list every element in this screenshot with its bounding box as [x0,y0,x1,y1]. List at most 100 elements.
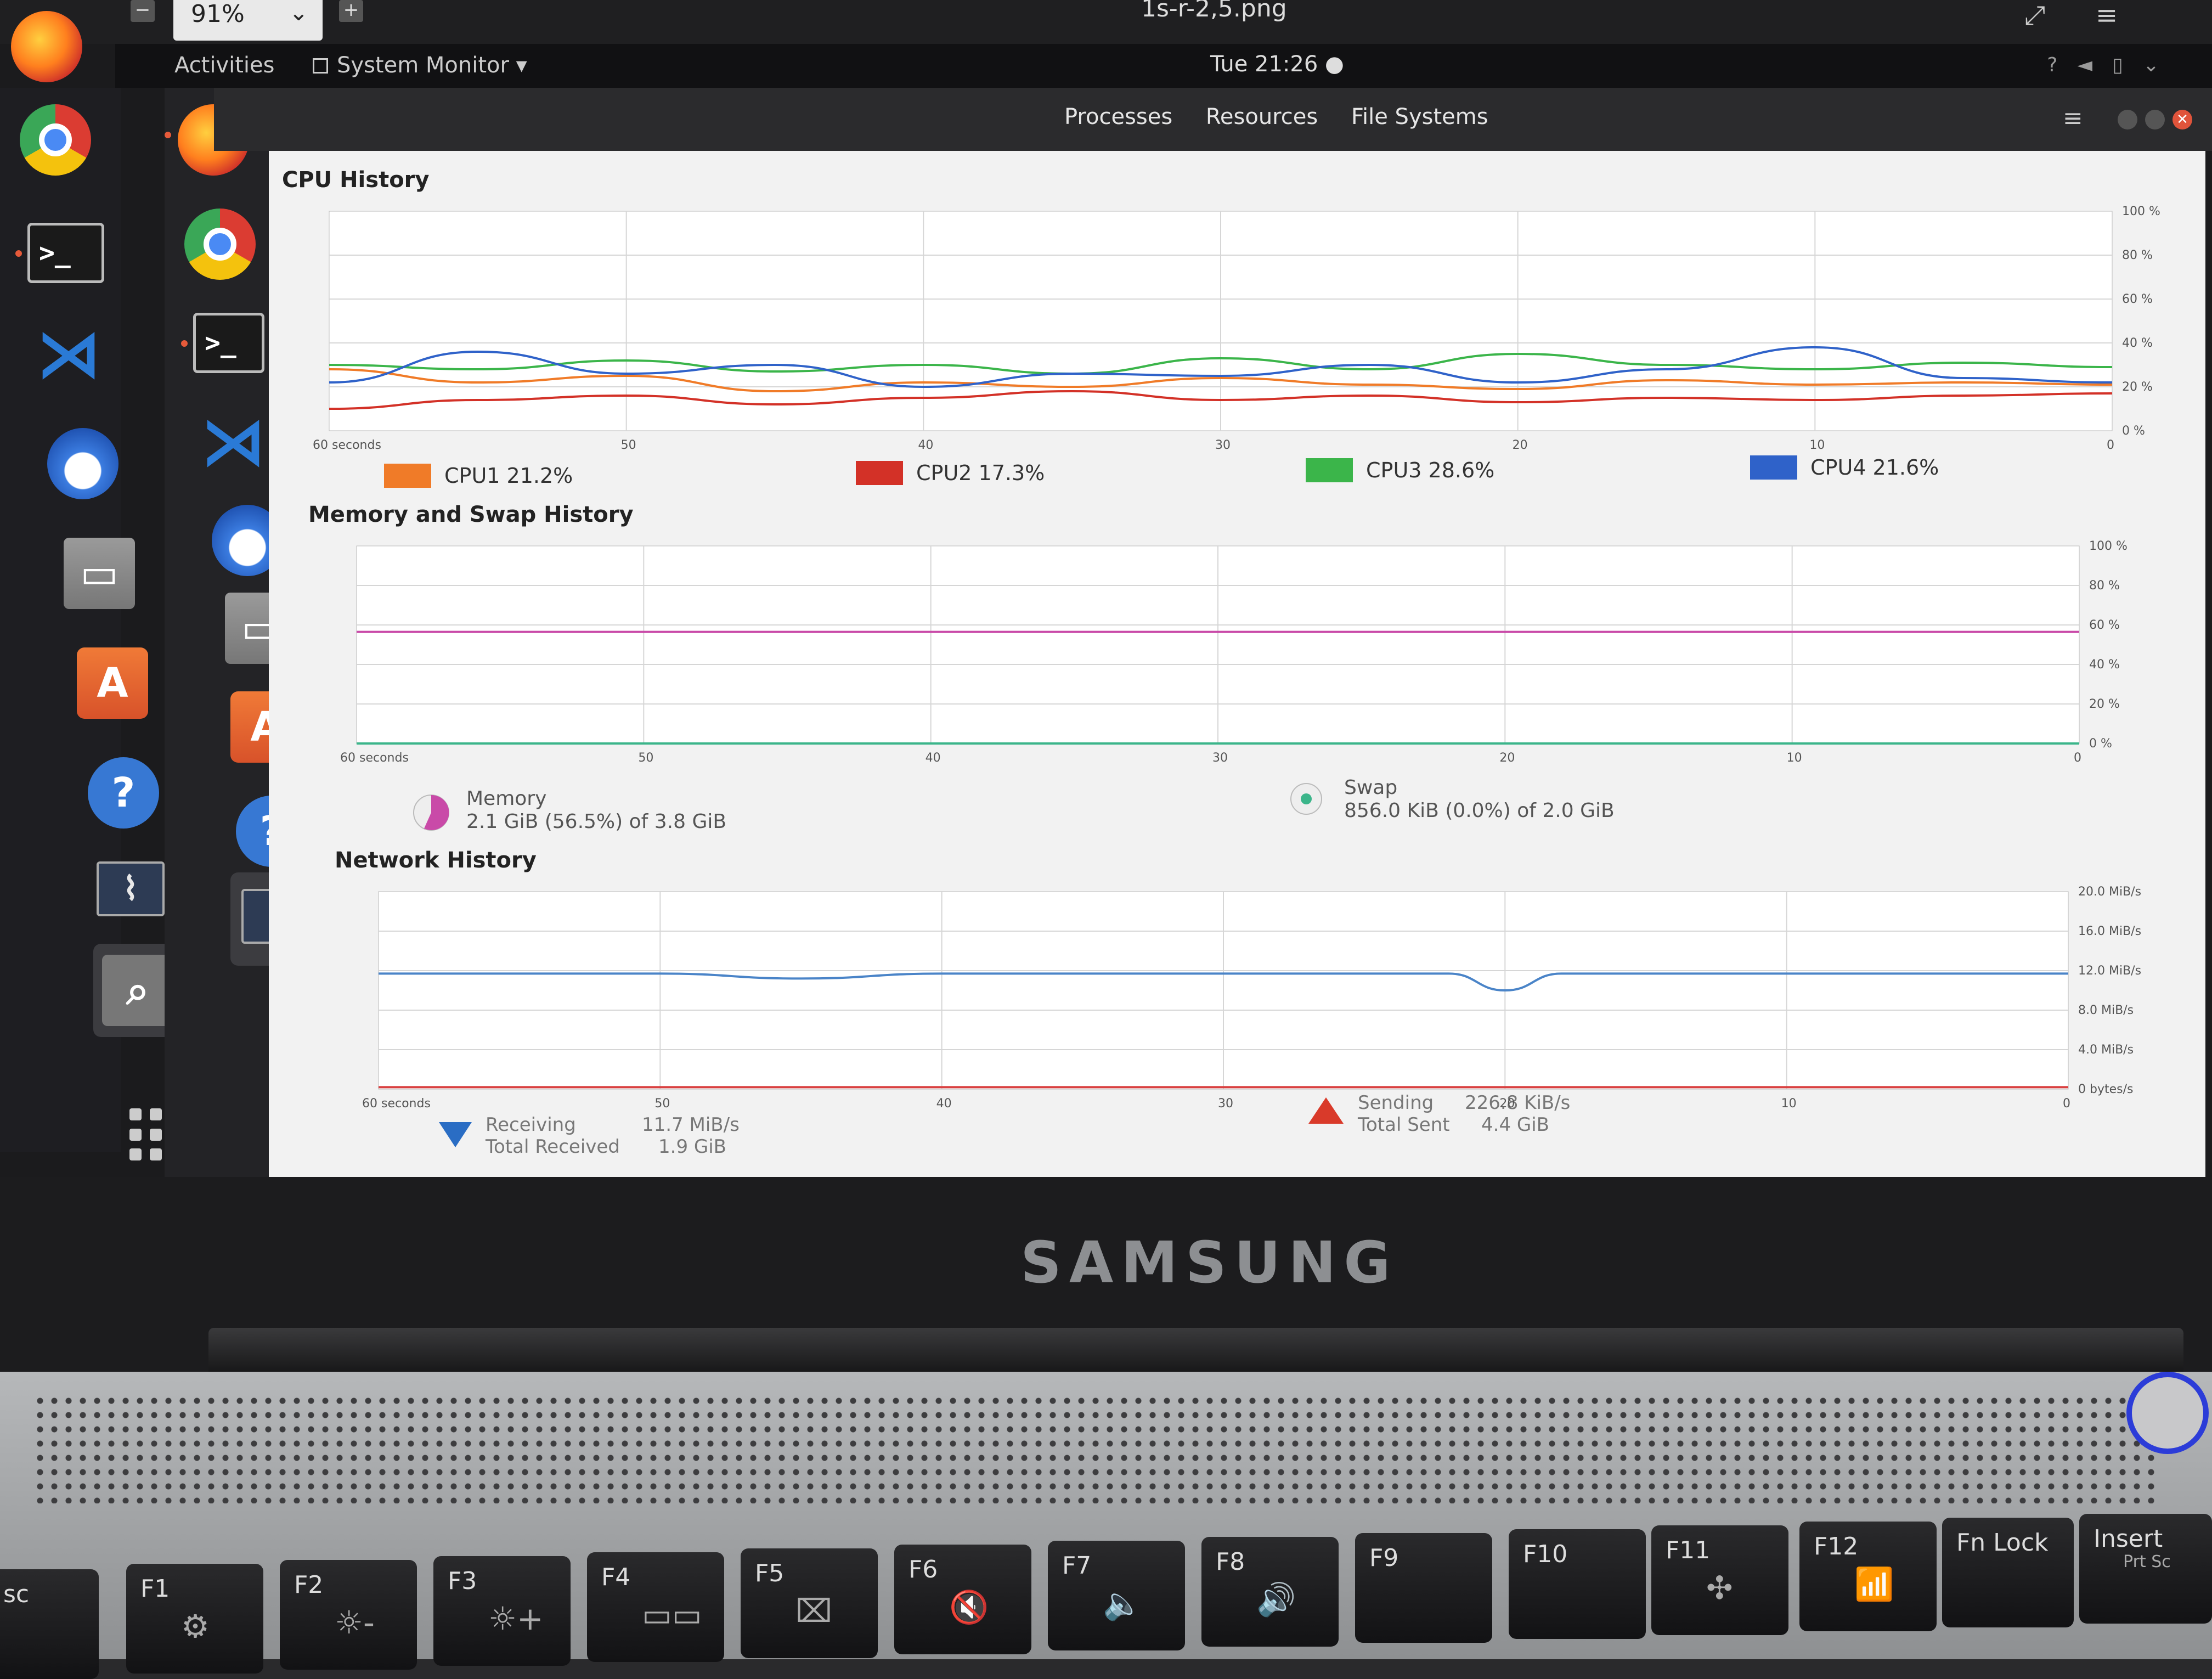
key-f4-label: F4 [601,1563,631,1591]
receiving-label: Receiving [486,1114,576,1136]
cpu-x-tick-label: 0 [2107,438,2114,452]
hamburger-menu-icon[interactable]: ≡ [2063,104,2083,132]
files-icon[interactable]: ▭ [64,538,135,609]
key-insert[interactable]: Insert Prt Sc [2079,1514,2212,1624]
cpu4-color-swatch[interactable] [1750,455,1797,480]
key-f1-label: F1 [140,1575,170,1603]
memory-x-tick-label: 0 [2074,751,2081,765]
dock-left-inner: >_ ⋊ ▭ A ? ⌇ [165,88,327,1185]
key-f7[interactable]: F7 🔈 [1048,1541,1185,1650]
viewer-menu-icon[interactable]: ≡ [2096,0,2118,31]
swap-pie-icon[interactable] [1289,782,1323,816]
total-sent-label: Total Sent [1358,1114,1450,1136]
cpu-y-tick-label: 80 % [2122,249,2153,262]
key-f11[interactable]: F11 ✣ [1651,1525,1788,1635]
zoom-out-button[interactable]: − [131,0,155,22]
chrome-icon[interactable] [20,104,91,176]
image-viewer-icon[interactable]: ⌕ [102,955,173,1026]
cpu1-color-swatch[interactable] [384,464,431,488]
network-y-tick-label: 0 bytes/s [2078,1083,2134,1096]
laptop-hinge [208,1328,2183,1377]
help-tray-icon: ? [2047,54,2078,76]
legend-cpu4[interactable]: CPU4 21.6% [1750,455,1939,480]
tab-file-systems[interactable]: File Systems [1351,104,1488,129]
tab-processes[interactable]: Processes [1064,104,1172,129]
thunderbird-icon[interactable] [47,428,119,499]
key-f2[interactable]: F2 ☼- [280,1560,417,1670]
software-store-icon[interactable]: A [77,647,148,719]
vscode-icon[interactable]: ⋊ [198,404,269,480]
key-f4[interactable]: F4 ▭▭ [587,1552,724,1662]
close-button[interactable]: ✕ [2172,110,2192,129]
running-indicator [181,340,188,347]
key-f10[interactable]: F10 [1509,1529,1646,1639]
zoom-in-button[interactable]: + [339,0,363,22]
cpu3-color-swatch[interactable] [1306,458,1353,482]
key-f7-label: F7 [1062,1552,1092,1580]
chrome-icon[interactable] [184,209,256,280]
memory-x-tick-label: 10 [1786,751,1802,765]
cpu3-label: CPU3 28.6% [1366,458,1495,482]
key-f5[interactable]: F5 ⌧ [741,1548,878,1658]
legend-cpu1[interactable]: CPU1 21.2% [384,464,573,488]
system-tray[interactable]: ?◄▯⌄ [2047,54,2179,76]
fullscreen-icon[interactable]: ⤢ [2024,0,2045,31]
cpu2-color-swatch[interactable] [856,461,903,485]
key-f9-label: F9 [1369,1544,1399,1572]
cpu-x-tick-label: 10 [1809,438,1825,452]
vscode-icon[interactable]: ⋊ [33,316,104,392]
chevron-down-icon: ⌄ [2142,54,2179,76]
receiving-info: Receiving Total Received [486,1114,620,1158]
system-monitor-icon[interactable]: ⌇ [97,861,165,916]
memory-y-tick-label: 0 % [2089,737,2112,751]
network-y-tick-label: 20.0 MiB/s [2078,885,2142,899]
volume-icon: ◄ [2077,54,2113,76]
memory-y-tick-label: 20 % [2089,697,2120,711]
terminal-icon[interactable]: >_ [193,313,264,373]
terminal-icon[interactable]: >_ [27,223,104,283]
key-f9[interactable]: F9 [1355,1533,1492,1643]
clock[interactable]: Tue 21:26 ● [1210,52,1344,77]
memory-y-tick-label: 100 % [2089,539,2128,553]
activities-button[interactable]: Activities [174,53,274,78]
legend-cpu3[interactable]: CPU3 28.6% [1306,458,1494,482]
memory-pie-icon[interactable] [411,793,451,832]
key-f6-label: F6 [909,1556,938,1584]
zoom-level-value: 91% [191,0,245,28]
running-indicator [165,132,171,138]
cpu-y-tick-label: 40 % [2122,336,2153,350]
key-f3[interactable]: F3 ☼+ [433,1556,571,1666]
key-esc[interactable]: sc [0,1569,99,1679]
key-esc-label: sc [3,1580,30,1608]
minimize-button[interactable] [2118,110,2137,129]
battery-icon: ▯ [2112,54,2143,76]
legend-cpu2[interactable]: CPU2 17.3% [856,461,1045,485]
key-f1[interactable]: F1 ⚙ [126,1564,263,1674]
key-fn-lock[interactable]: Fn Lock [1942,1518,2074,1627]
zoom-level-select[interactable]: 91% ⌄ [173,0,323,41]
key-f8[interactable]: F8 🔊 [1201,1537,1339,1647]
gnome-top-bar: Activities System Monitor ▾ Tue 21:26 ● … [115,44,2212,88]
chevron-down-icon: ⌄ [289,0,308,26]
power-button[interactable] [2126,1372,2209,1454]
total-received-label: Total Received [486,1136,620,1158]
key-f12-label: F12 [1814,1532,1859,1560]
maximize-button[interactable] [2145,110,2165,129]
key-f12[interactable]: F12 📶 [1799,1522,1937,1631]
brightness-up-icon: ☼+ [488,1600,544,1637]
key-f6[interactable]: F6 🔇 [894,1545,1031,1654]
memory-label: Memory [466,787,547,810]
key-f3-label: F3 [448,1567,477,1595]
app-menu[interactable]: System Monitor ▾ [313,53,527,78]
memory-y-tick-label: 40 % [2089,658,2120,672]
tab-resources[interactable]: Resources [1206,104,1318,129]
cpu1-label: CPU1 21.2% [444,464,573,488]
memory-value: 2.1 GiB (56.5%) of 3.8 GiB [466,810,727,833]
key-f10-label: F10 [1523,1540,1568,1568]
network-y-tick-label: 8.0 MiB/s [2078,1004,2134,1017]
network-history-title: Network History [335,848,537,873]
cpu2-label: CPU2 17.3% [916,461,1045,485]
help-icon[interactable]: ? [88,757,159,829]
memory-x-tick-label: 60 seconds [340,751,409,765]
firefox-icon[interactable] [11,11,82,82]
